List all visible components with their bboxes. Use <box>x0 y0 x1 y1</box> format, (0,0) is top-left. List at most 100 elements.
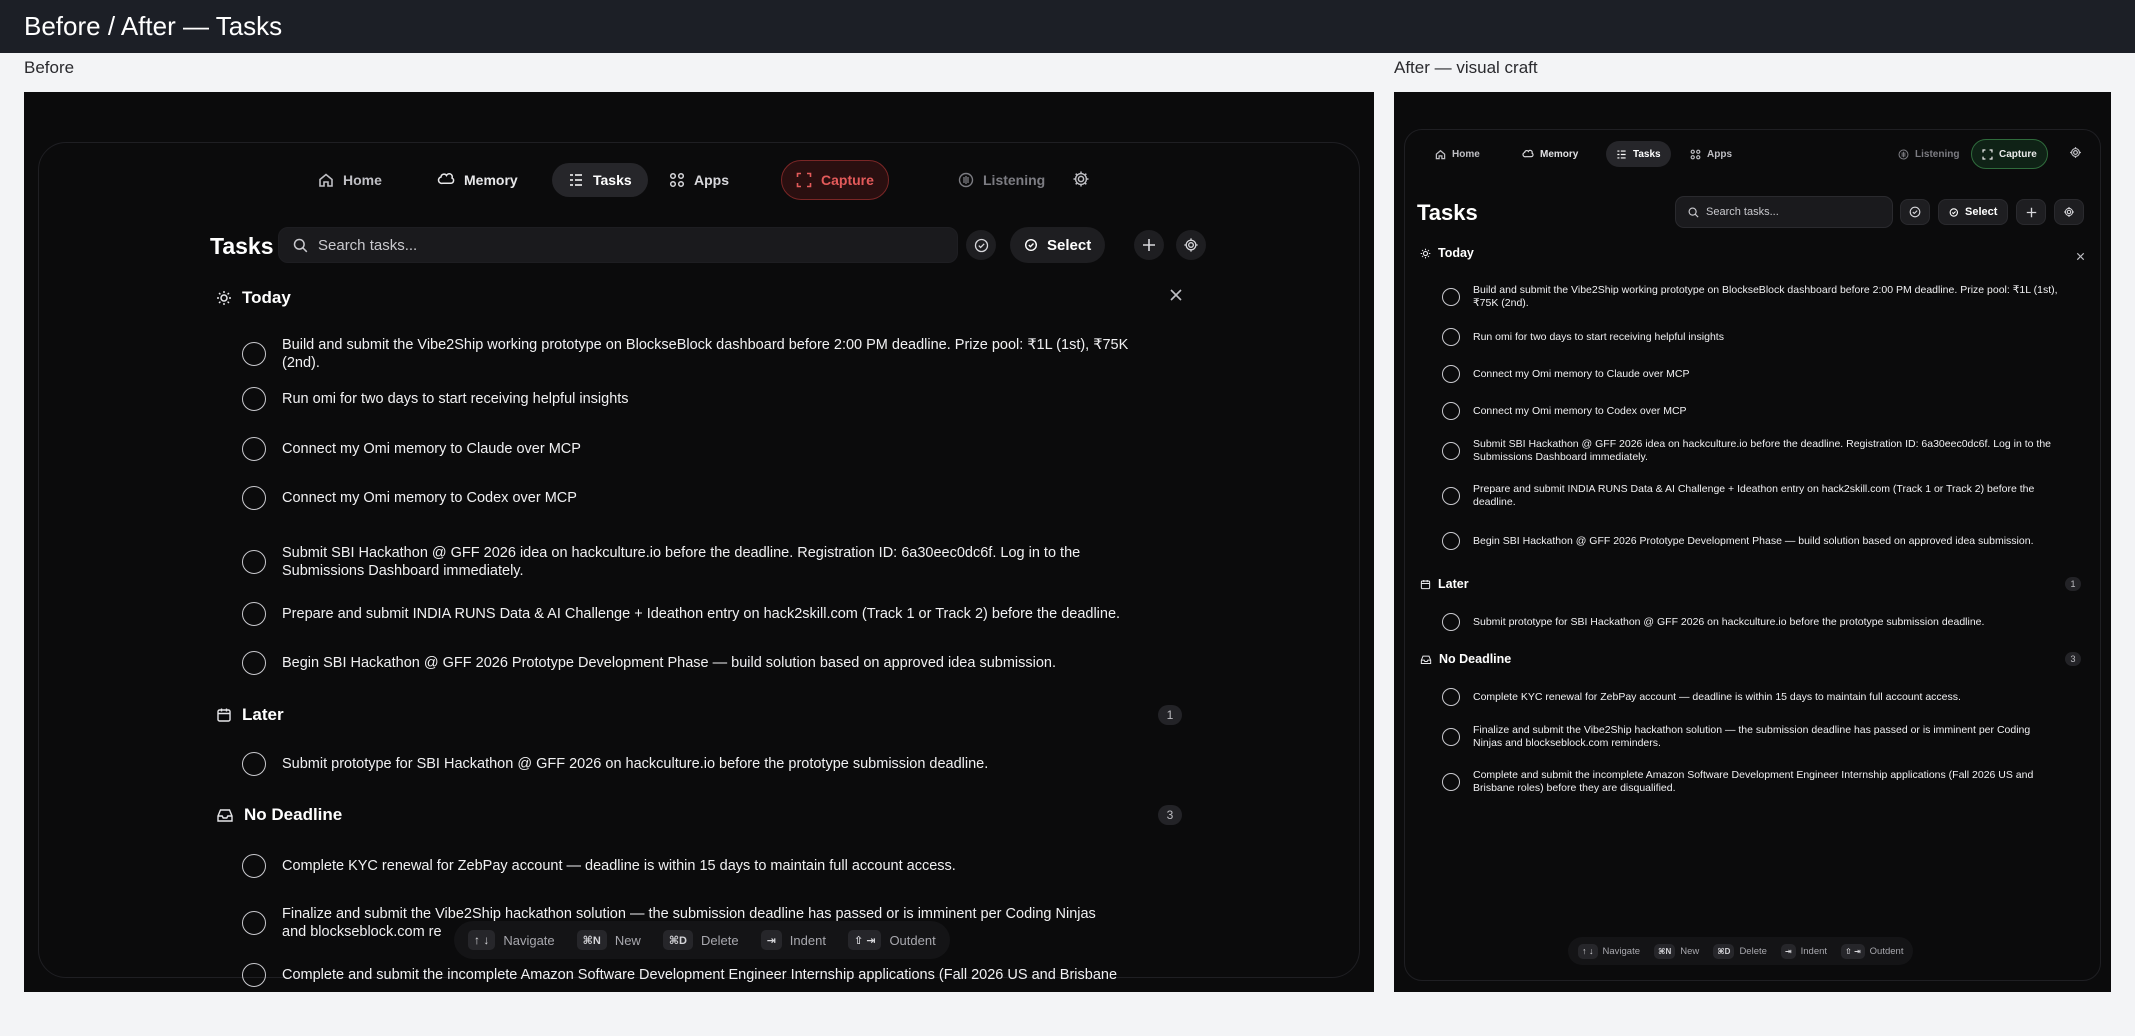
section-later[interactable]: Later <box>216 703 284 727</box>
task-item[interactable]: Submit SBI Hackathon @ GFF 2026 idea on … <box>242 542 1162 582</box>
task-checkbox[interactable] <box>242 963 266 987</box>
task-item[interactable]: Build and submit the Vibe2Ship working p… <box>1442 283 2062 311</box>
shortcut-bar: ↑ ↓ Navigate ⌘N New ⌘D Delete ⇥ Indent ⇧… <box>454 921 950 959</box>
task-checkbox[interactable] <box>1442 288 1460 306</box>
nav-memory[interactable]: Memory <box>1516 142 1584 166</box>
task-item[interactable]: Complete KYC renewal for ZebPay account … <box>1442 688 2082 706</box>
task-item[interactable]: Prepare and submit INDIA RUNS Data & AI … <box>1442 482 2062 510</box>
task-checkbox[interactable] <box>242 911 266 935</box>
task-item[interactable]: Complete KYC renewal for ZebPay account … <box>242 854 1202 878</box>
task-checkbox[interactable] <box>242 602 266 626</box>
task-checkbox[interactable] <box>1442 402 1460 420</box>
check-circle-icon <box>974 238 988 252</box>
task-item[interactable]: Submit prototype for SBI Hackathon @ GFF… <box>1442 613 2082 631</box>
close-icon[interactable] <box>2076 248 2085 266</box>
settings-icon[interactable] <box>2069 146 2082 164</box>
task-item[interactable]: Connect my Omi memory to Claude over MCP <box>1442 365 2062 383</box>
check-circle-icon <box>1909 206 1921 218</box>
task-text: Connect my Omi memory to Claude over MCP <box>282 441 581 457</box>
task-item[interactable]: Finalize and submit the Vibe2Ship hackat… <box>1442 723 2042 751</box>
search-placeholder: Search tasks... <box>1706 206 1779 218</box>
task-checkbox[interactable] <box>242 387 266 411</box>
section-today-label: Today <box>1438 246 1474 260</box>
settings-icon[interactable] <box>1072 170 1090 193</box>
nav-apps[interactable]: Apps <box>1686 142 1736 166</box>
task-checkbox[interactable] <box>1442 532 1460 550</box>
task-item[interactable]: Build and submit the Vibe2Ship working p… <box>242 334 1162 374</box>
section-today[interactable]: Today <box>1420 245 1474 261</box>
before-panel: Home Memory Tasks Apps Capture Listening… <box>24 92 1374 992</box>
section-today[interactable]: Today <box>216 286 291 310</box>
select-label: Select <box>1047 236 1092 254</box>
task-settings-button[interactable] <box>2054 199 2084 225</box>
task-settings-button[interactable] <box>1176 230 1206 260</box>
nav-home[interactable]: Home <box>1429 142 1486 166</box>
gear-icon <box>1184 238 1198 252</box>
task-item[interactable]: Run omi for two days to start receiving … <box>242 387 1162 411</box>
task-item[interactable]: Connect my Omi memory to Codex over MCP <box>1442 402 2062 420</box>
nav-home-label: Home <box>1452 148 1480 160</box>
select-icon <box>1949 207 1959 217</box>
later-count-badge: 1 <box>1158 705 1182 725</box>
nav-memory[interactable]: Memory <box>429 163 526 197</box>
section-today-label: Today <box>242 288 291 307</box>
capture-button[interactable]: Capture <box>781 160 889 200</box>
listening-toggle[interactable]: Listening <box>1894 142 1963 166</box>
task-text: Build and submit the Vibe2Ship working p… <box>282 337 1129 371</box>
nav-memory-label: Memory <box>1540 148 1579 160</box>
add-task-button[interactable] <box>2016 199 2046 225</box>
task-item[interactable]: Submit SBI Hackathon @ GFF 2026 idea on … <box>1442 437 2062 465</box>
section-no-deadline[interactable]: No Deadline <box>1420 651 1511 667</box>
sun-icon <box>1420 248 1431 258</box>
capture-button[interactable]: Capture <box>1971 139 2048 169</box>
select-button[interactable]: Select <box>1938 199 2009 225</box>
task-checkbox[interactable] <box>1442 688 1460 706</box>
task-item[interactable]: Submit prototype for SBI Hackathon @ GFF… <box>242 752 1202 776</box>
indent-label: Indent <box>789 932 826 948</box>
task-item[interactable]: Connect my Omi memory to Claude over MCP <box>242 437 1162 461</box>
inbox-icon <box>1420 655 1432 664</box>
add-task-button[interactable] <box>1134 230 1164 260</box>
new-label: New <box>614 932 641 948</box>
task-checkbox[interactable] <box>242 437 266 461</box>
nav-tasks[interactable]: Tasks <box>552 163 648 197</box>
task-item[interactable]: Connect my Omi memory to Codex over MCP <box>242 486 1162 510</box>
nav-apps-label: Apps <box>1707 148 1732 160</box>
task-item[interactable]: Begin SBI Hackathon @ GFF 2026 Prototype… <box>1442 527 2062 555</box>
task-item[interactable]: Complete and submit the incomplete Amazo… <box>242 963 1242 987</box>
task-checkbox[interactable] <box>1442 328 1460 346</box>
task-checkbox[interactable] <box>242 486 266 510</box>
task-item[interactable]: Prepare and submit INDIA RUNS Data & AI … <box>242 602 1202 626</box>
close-icon[interactable] <box>1169 288 1183 307</box>
select-button[interactable]: Select <box>1010 227 1106 263</box>
navigate-label: Navigate <box>1602 945 1641 957</box>
nav-tasks[interactable]: Tasks <box>1606 141 1671 167</box>
task-checkbox[interactable] <box>242 752 266 776</box>
task-checkbox[interactable] <box>1442 365 1460 383</box>
search-input[interactable]: Search tasks... <box>278 227 958 263</box>
task-checkbox[interactable] <box>242 550 266 574</box>
task-checkbox[interactable] <box>1442 487 1460 505</box>
search-input[interactable]: Search tasks... <box>1675 196 1893 228</box>
nav-apps[interactable]: Apps <box>661 163 737 197</box>
nav-home[interactable]: Home <box>310 163 390 197</box>
navigate-keys: ↑ ↓ <box>1578 943 1598 959</box>
task-checkbox[interactable] <box>1442 442 1460 460</box>
task-checkbox[interactable] <box>242 651 266 675</box>
task-checkbox[interactable] <box>242 342 266 366</box>
task-item[interactable]: Complete and submit the incomplete Amazo… <box>1442 768 2062 796</box>
listening-toggle[interactable]: Listening <box>954 163 1049 197</box>
task-item[interactable]: Run omi for two days to start receiving … <box>1442 328 2062 346</box>
task-text: Submit SBI Hackathon @ GFF 2026 idea on … <box>282 545 1081 579</box>
section-later[interactable]: Later <box>1420 576 1469 592</box>
task-checkbox[interactable] <box>242 854 266 878</box>
capture-label: Capture <box>821 172 874 188</box>
completed-filter-button[interactable] <box>1900 199 1930 225</box>
tasks-title: Tasks <box>210 233 274 259</box>
task-checkbox[interactable] <box>1442 773 1460 791</box>
task-item[interactable]: Begin SBI Hackathon @ GFF 2026 Prototype… <box>242 651 1202 675</box>
task-checkbox[interactable] <box>1442 728 1460 746</box>
completed-filter-button[interactable] <box>966 230 996 260</box>
task-checkbox[interactable] <box>1442 613 1460 631</box>
section-no-deadline[interactable]: No Deadline <box>216 803 342 827</box>
